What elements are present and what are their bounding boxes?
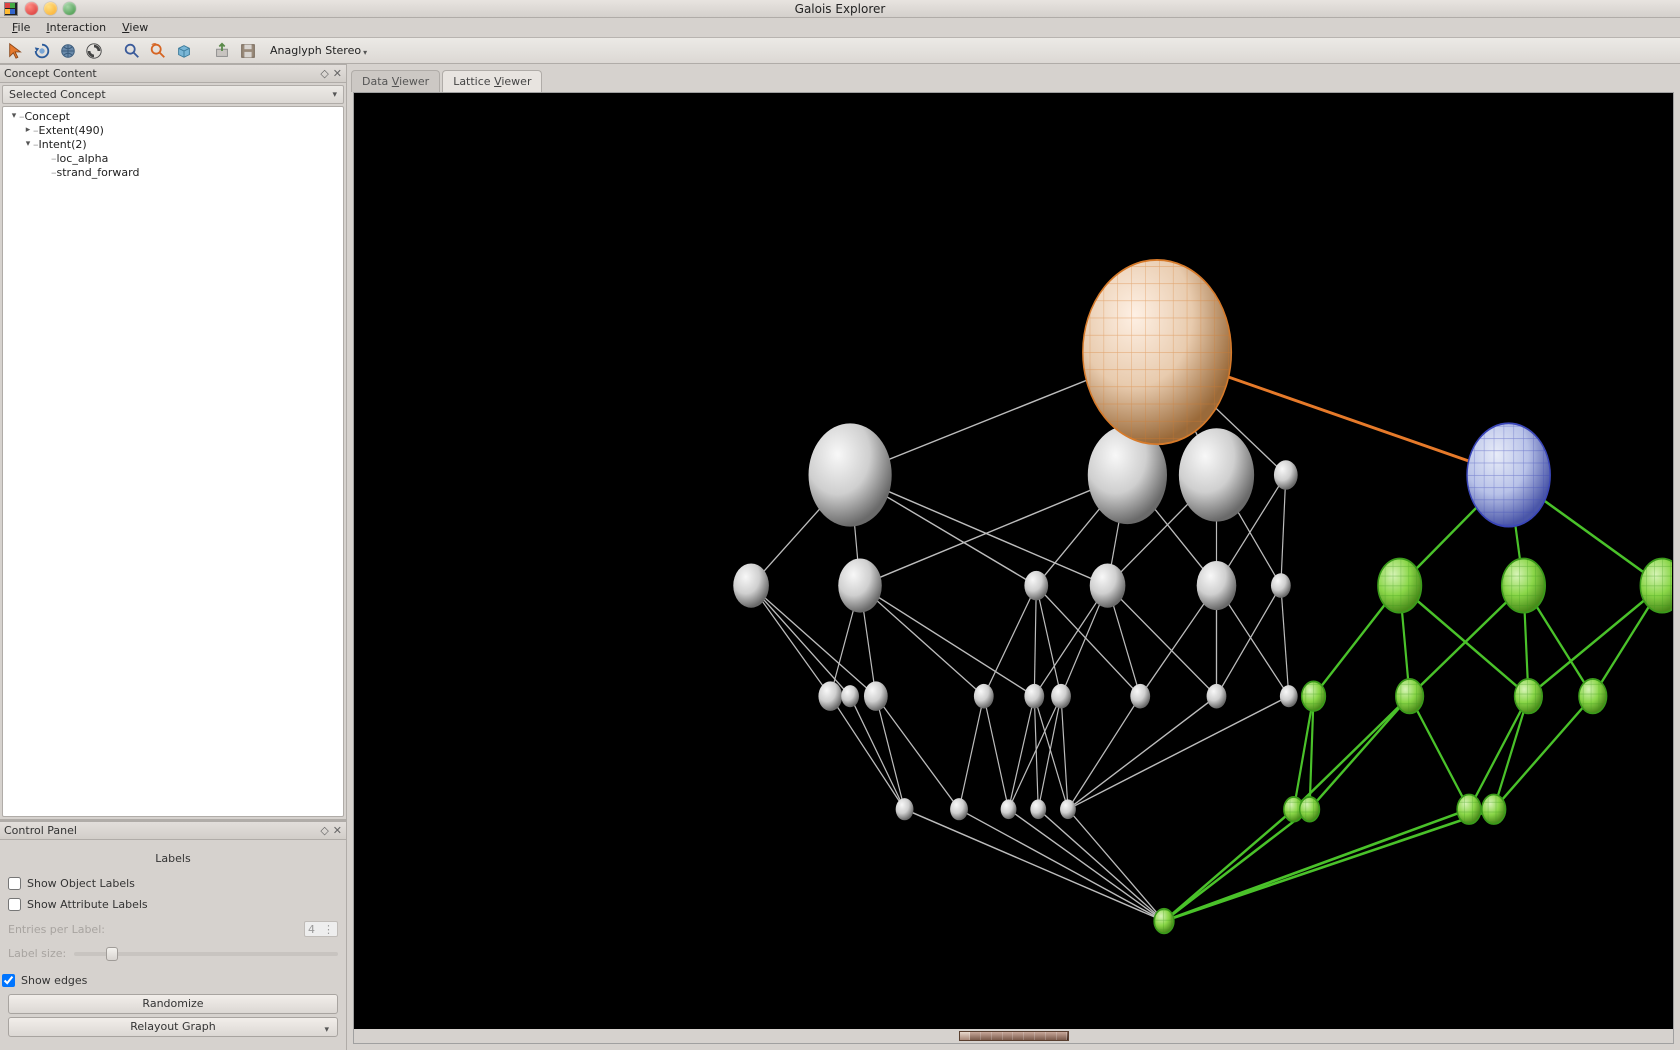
tab-lattice-viewer[interactable]: Lattice Viewer	[442, 70, 542, 92]
show-edges-checkbox[interactable]: Show edges	[2, 970, 338, 991]
toolbar-zoom-icon[interactable]	[122, 41, 142, 61]
toolbar-export-icon[interactable]	[212, 41, 232, 61]
menu-interaction[interactable]: Interaction	[38, 19, 114, 36]
menubar: File Interaction View	[0, 18, 1680, 38]
entries-per-label-label: Entries per Label:	[8, 923, 105, 936]
main-area: Concept Content ◇ ✕ Selected Concept ▾– C…	[0, 64, 1680, 1050]
show-edges-input[interactable]	[2, 974, 15, 987]
window-maximize-button[interactable]	[63, 2, 76, 15]
selected-concept-dropdown[interactable]: Selected Concept	[2, 85, 344, 104]
panel-close-icon[interactable]: ✕	[333, 824, 342, 837]
control-panel-title: Control Panel	[4, 824, 77, 837]
tab-data-viewer[interactable]: Data Viewer	[351, 70, 440, 92]
entries-per-label-spinner[interactable]: 4⋮	[304, 921, 338, 937]
label-size-row: Label size:	[8, 943, 338, 970]
menu-file[interactable]: File	[4, 19, 38, 36]
panel-detach-icon[interactable]: ◇	[320, 67, 328, 80]
toolbar-globe-icon[interactable]	[58, 41, 78, 61]
show-edges-label: Show edges	[21, 974, 87, 987]
label-size-slider[interactable]	[74, 952, 338, 956]
show-object-labels-label: Show Object Labels	[27, 877, 135, 890]
menu-file-label: ile	[18, 21, 31, 34]
toolbar-save-icon[interactable]	[238, 41, 258, 61]
left-sidebar: Concept Content ◇ ✕ Selected Concept ▾– C…	[0, 64, 347, 1050]
progress-bar	[354, 1029, 1673, 1043]
progress-track	[959, 1031, 1069, 1041]
tree-intent-item[interactable]: – loc_alpha	[3, 151, 343, 165]
tree-intent[interactable]: ▾– Intent (2)	[3, 137, 343, 151]
show-object-labels-checkbox[interactable]: Show Object Labels	[8, 873, 338, 894]
show-attribute-labels-input[interactable]	[8, 898, 21, 911]
show-attribute-labels-checkbox[interactable]: Show Attribute Labels	[8, 894, 338, 915]
toolbar-cube-icon[interactable]	[174, 41, 194, 61]
toolbar-refresh-icon[interactable]	[84, 41, 104, 61]
control-panel-header: Control Panel ◇ ✕	[0, 821, 346, 840]
concept-content-header: Concept Content ◇ ✕	[0, 64, 346, 83]
panel-detach-icon[interactable]: ◇	[320, 824, 328, 837]
relayout-graph-button[interactable]: Relayout Graph	[8, 1017, 338, 1037]
toolbar: Anaglyph Stereo	[0, 38, 1680, 64]
tree-extent[interactable]: ▸– Extent (490)	[3, 123, 343, 137]
control-panel: Control Panel ◇ ✕ Labels Show Object Labe…	[0, 820, 346, 1050]
entries-per-label-row: Entries per Label: 4⋮	[8, 915, 338, 943]
toolbar-zoom-reset-icon[interactable]	[148, 41, 168, 61]
concept-content-panel: Concept Content ◇ ✕ Selected Concept ▾– C…	[0, 64, 346, 820]
stereo-mode-label: Anaglyph Stereo	[270, 44, 361, 57]
show-attribute-labels-label: Show Attribute Labels	[27, 898, 148, 911]
show-object-labels-input[interactable]	[8, 877, 21, 890]
concept-content-title: Concept Content	[4, 67, 97, 80]
toolbar-rotate-icon[interactable]	[32, 41, 52, 61]
randomize-button[interactable]: Randomize	[8, 994, 338, 1014]
menu-view[interactable]: View	[114, 19, 156, 36]
tree-root[interactable]: ▾– Concept	[3, 109, 343, 123]
window-minimize-button[interactable]	[44, 2, 57, 15]
app-icon	[4, 2, 18, 16]
labels-heading: Labels	[8, 846, 338, 873]
window-title: Galois Explorer	[0, 2, 1680, 16]
panel-close-icon[interactable]: ✕	[333, 67, 342, 80]
window-close-button[interactable]	[25, 2, 38, 15]
right-area: Data Viewer Lattice Viewer	[347, 64, 1680, 1050]
toolbar-select-icon[interactable]	[6, 41, 26, 61]
tree-intent-item[interactable]: – strand_forward	[3, 165, 343, 179]
concept-tree[interactable]: ▾– Concept ▸– Extent (490) ▾– Intent (2)…	[2, 106, 344, 817]
selected-concept-label: Selected Concept	[9, 88, 106, 101]
viewer-tabs: Data Viewer Lattice Viewer	[347, 68, 1680, 92]
viewer-wrap	[353, 92, 1674, 1044]
titlebar: Galois Explorer	[0, 0, 1680, 18]
label-size-label: Label size:	[8, 947, 66, 960]
stereo-mode-combo[interactable]: Anaglyph Stereo	[264, 43, 373, 58]
lattice-viewer-canvas[interactable]	[354, 93, 1673, 1029]
